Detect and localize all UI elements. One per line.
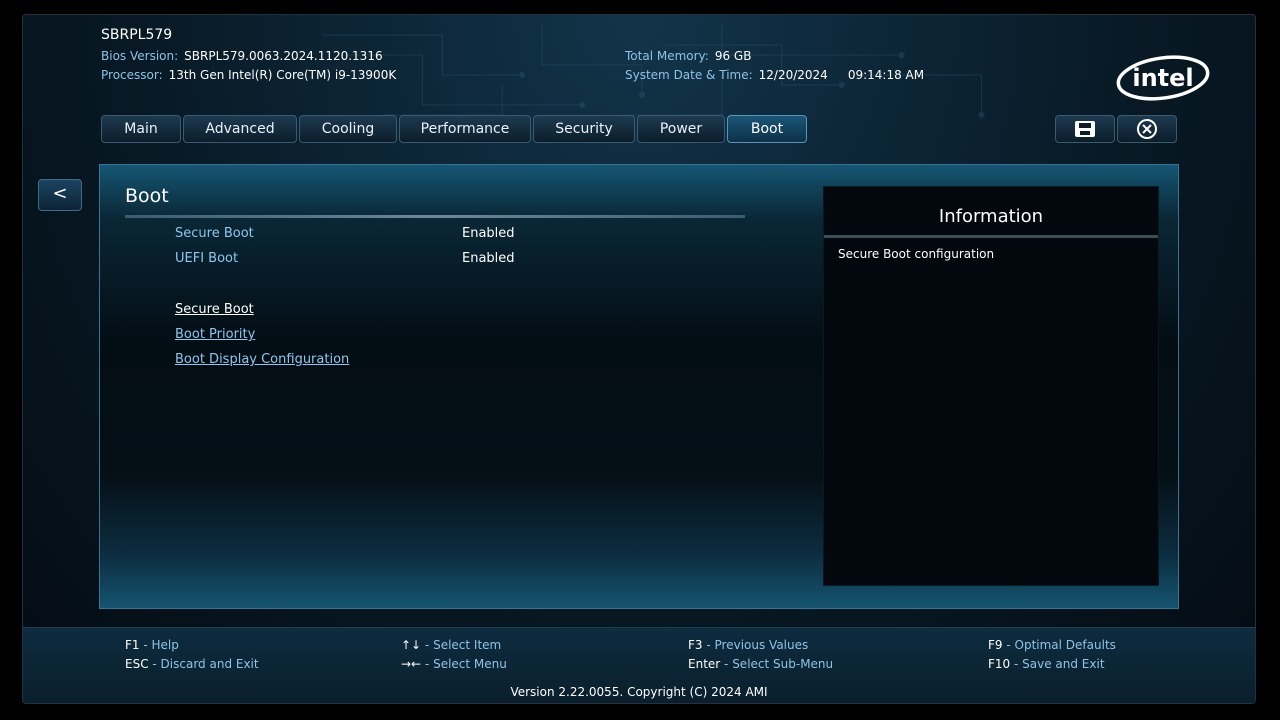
setting-secure-boot-value: Enabled [462,226,515,241]
version-copyright: Version 2.22.0055. Copyright (C) 2024 AM… [510,685,768,699]
datetime-label: System Date & Time: [625,68,753,82]
tab-advanced[interactable]: Advanced [183,115,297,143]
processor-info: Processor: 13th Gen Intel(R) Core(TM) i9-… [101,68,396,82]
bios-version: Bios Version: SBRPL579.0063.2024.1120.131… [101,49,383,63]
information-divider [824,235,1158,238]
tab-power[interactable]: Power [637,115,725,143]
intel-logo: intel [1116,55,1210,101]
hotkey-f9: F9 - Optimal Defaults [988,638,1116,652]
bios-version-value: SBRPL579.0063.2024.1120.1316 [184,49,383,63]
back-button[interactable]: < [38,179,82,211]
save-icon [1075,121,1095,137]
setting-uefi-boot-label[interactable]: UEFI Boot [175,251,238,266]
svg-text:intel: intel [1132,64,1193,92]
submenu-secure-boot[interactable]: Secure Boot [175,302,254,317]
information-title: Information [938,206,1044,227]
information-panel: Information Secure Boot configuration [823,186,1159,586]
processor-value: 13th Gen Intel(R) Core(TM) i9-13900K [168,68,397,82]
hotkey-f3: F3 - Previous Values [688,638,809,652]
bios-version-label: Bios Version: [101,49,179,63]
tab-boot[interactable]: Boot [727,115,807,143]
page-title: Boot [125,185,169,207]
setting-secure-boot-label[interactable]: Secure Boot [175,226,254,241]
hotkey-f1: F1 - Help [125,638,179,652]
memory-value: 96 GB [714,49,752,63]
main-panel: Boot Secure Boot Enabled UEFI Boot Enabl… [99,164,1179,609]
information-text: Secure Boot configuration [838,247,995,261]
memory-label: Total Memory: [625,49,709,63]
time-value: 09:14:18 AM [847,68,925,82]
submenu-boot-display-configuration[interactable]: Boot Display Configuration [175,352,349,367]
date-value: 12/20/2024 [758,68,828,82]
bios-window: SBRPL579 Bios Version: SBRPL579.0063.2024… [22,14,1256,704]
close-circle-icon [1137,119,1157,139]
save-button[interactable] [1055,115,1115,143]
tab-main[interactable]: Main [101,115,181,143]
tab-security[interactable]: Security [533,115,635,143]
hotkey-f10: F10 - Save and Exit [988,657,1105,671]
processor-label: Processor: [101,68,163,82]
title-divider [125,215,745,218]
hotkey-arrows-up-down: ↑↓ - Select Item [401,638,502,652]
tab-cooling[interactable]: Cooling [299,115,397,143]
tab-performance[interactable]: Performance [399,115,531,143]
exit-button[interactable] [1117,115,1177,143]
submenu-boot-priority[interactable]: Boot Priority [175,327,255,342]
hotkey-esc: ESC - Discard and Exit [125,657,259,671]
setting-uefi-boot-value: Enabled [462,251,515,266]
hotkey-arrows-left-right: →← - Select Menu [401,657,507,671]
total-memory: Total Memory: 96 GB [625,49,751,63]
hotkey-enter: Enter - Select Sub-Menu [688,657,834,671]
hotkey-footer: F1 - Help ESC - Discard and Exit ↑↓ - Se… [23,627,1255,703]
system-date-time: System Date & Time: 12/20/2024 09:14:18 AM [625,68,924,82]
board-name: SBRPL579 [101,27,173,43]
